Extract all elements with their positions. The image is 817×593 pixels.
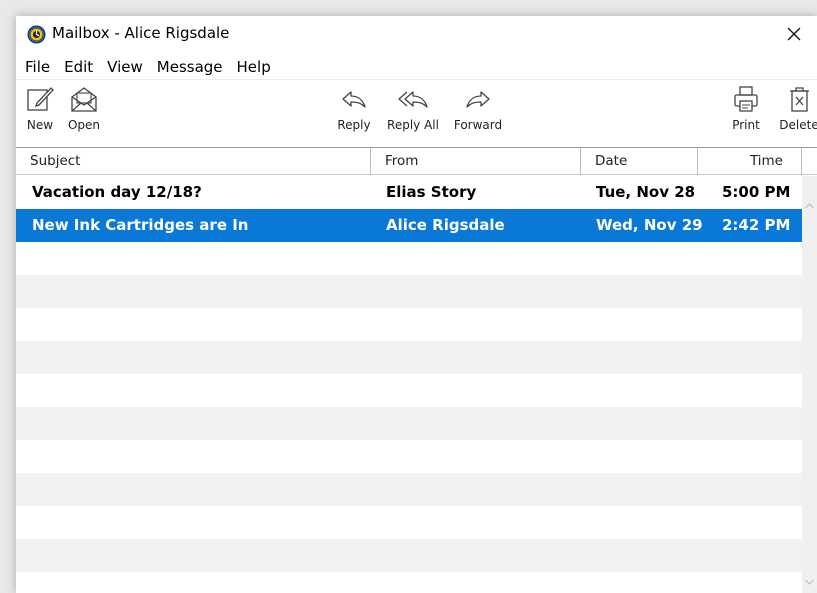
empty-row <box>16 341 802 374</box>
message-sender: Alice Rigsdale <box>386 216 505 234</box>
empty-row <box>16 572 802 593</box>
menu-help[interactable]: Help <box>229 58 277 76</box>
window-title: Mailbox - Alice Rigsdale <box>52 24 230 42</box>
empty-row <box>16 506 802 539</box>
empty-row <box>16 473 802 506</box>
menu-view[interactable]: View <box>99 58 149 76</box>
column-subject[interactable]: Subject <box>16 148 371 175</box>
message-time: 5:00 PM <box>722 183 791 201</box>
reply-button[interactable]: Reply <box>334 84 374 140</box>
toolbar: New Open Reply Reply All Forward Print D… <box>16 80 817 146</box>
empty-row <box>16 440 802 473</box>
printer-icon <box>734 86 758 112</box>
close-button[interactable] <box>771 16 817 52</box>
message-row-selected[interactable]: New Ink Cartridges are In Alice Rigsdale… <box>16 209 802 242</box>
compose-icon <box>27 87 54 111</box>
message-sender: Elias Story <box>386 183 477 201</box>
forward-arrow-icon <box>466 91 490 108</box>
vertical-scrollbar[interactable] <box>802 176 817 593</box>
delete-box-icon <box>790 87 809 112</box>
empty-row <box>16 407 802 440</box>
empty-row <box>16 308 802 341</box>
menu-message[interactable]: Message <box>149 58 229 76</box>
print-label: Print <box>732 118 760 132</box>
close-icon <box>787 27 801 41</box>
title-bar: Mailbox - Alice Rigsdale <box>16 16 817 54</box>
message-time: 2:42 PM <box>722 216 791 234</box>
menu-bar: File Edit View Message Help <box>16 54 817 80</box>
delete-label: Delete <box>779 118 817 132</box>
open-envelope-icon <box>71 87 97 112</box>
column-date[interactable]: Date <box>581 148 698 175</box>
forward-button[interactable]: Forward <box>448 84 508 140</box>
new-label: New <box>26 118 54 132</box>
column-time[interactable]: Time <box>698 148 802 175</box>
reply-all-label: Reply All <box>387 118 439 132</box>
menu-file[interactable]: File <box>16 58 56 76</box>
delete-button[interactable]: Delete <box>778 84 817 140</box>
message-subject: Vacation day 12/18? <box>32 183 202 201</box>
scroll-down-button[interactable] <box>802 574 817 589</box>
scroll-up-button[interactable] <box>802 198 817 213</box>
message-list: Vacation day 12/18? Elias Story Tue, Nov… <box>16 176 802 593</box>
empty-row <box>16 374 802 407</box>
message-date: Tue, Nov 28 <box>596 183 696 201</box>
reply-label: Reply <box>337 118 371 132</box>
menu-edit[interactable]: Edit <box>56 58 99 76</box>
reply-all-arrow-icon <box>398 91 428 108</box>
column-from[interactable]: From <box>371 148 581 175</box>
message-row[interactable]: Vacation day 12/18? Elias Story Tue, Nov… <box>16 176 802 209</box>
forward-label: Forward <box>453 118 503 132</box>
empty-row <box>16 242 802 275</box>
open-label: Open <box>67 118 101 132</box>
chevron-down-icon <box>805 579 814 585</box>
column-header-row: Subject From Date Time <box>16 147 817 175</box>
reply-arrow-icon <box>342 91 366 108</box>
mailbox-window: Mailbox - Alice Rigsdale File Edit View … <box>16 16 817 593</box>
mailbox-app-icon <box>27 25 46 44</box>
message-subject: New Ink Cartridges are In <box>32 216 249 234</box>
reply-all-button[interactable]: Reply All <box>384 84 442 140</box>
open-button[interactable]: Open <box>62 84 106 140</box>
chevron-up-icon <box>805 202 814 208</box>
print-button[interactable]: Print <box>730 84 762 140</box>
empty-row <box>16 539 802 572</box>
message-date: Wed, Nov 29 <box>596 216 703 234</box>
new-button[interactable]: New <box>24 84 56 140</box>
empty-row <box>16 275 802 308</box>
